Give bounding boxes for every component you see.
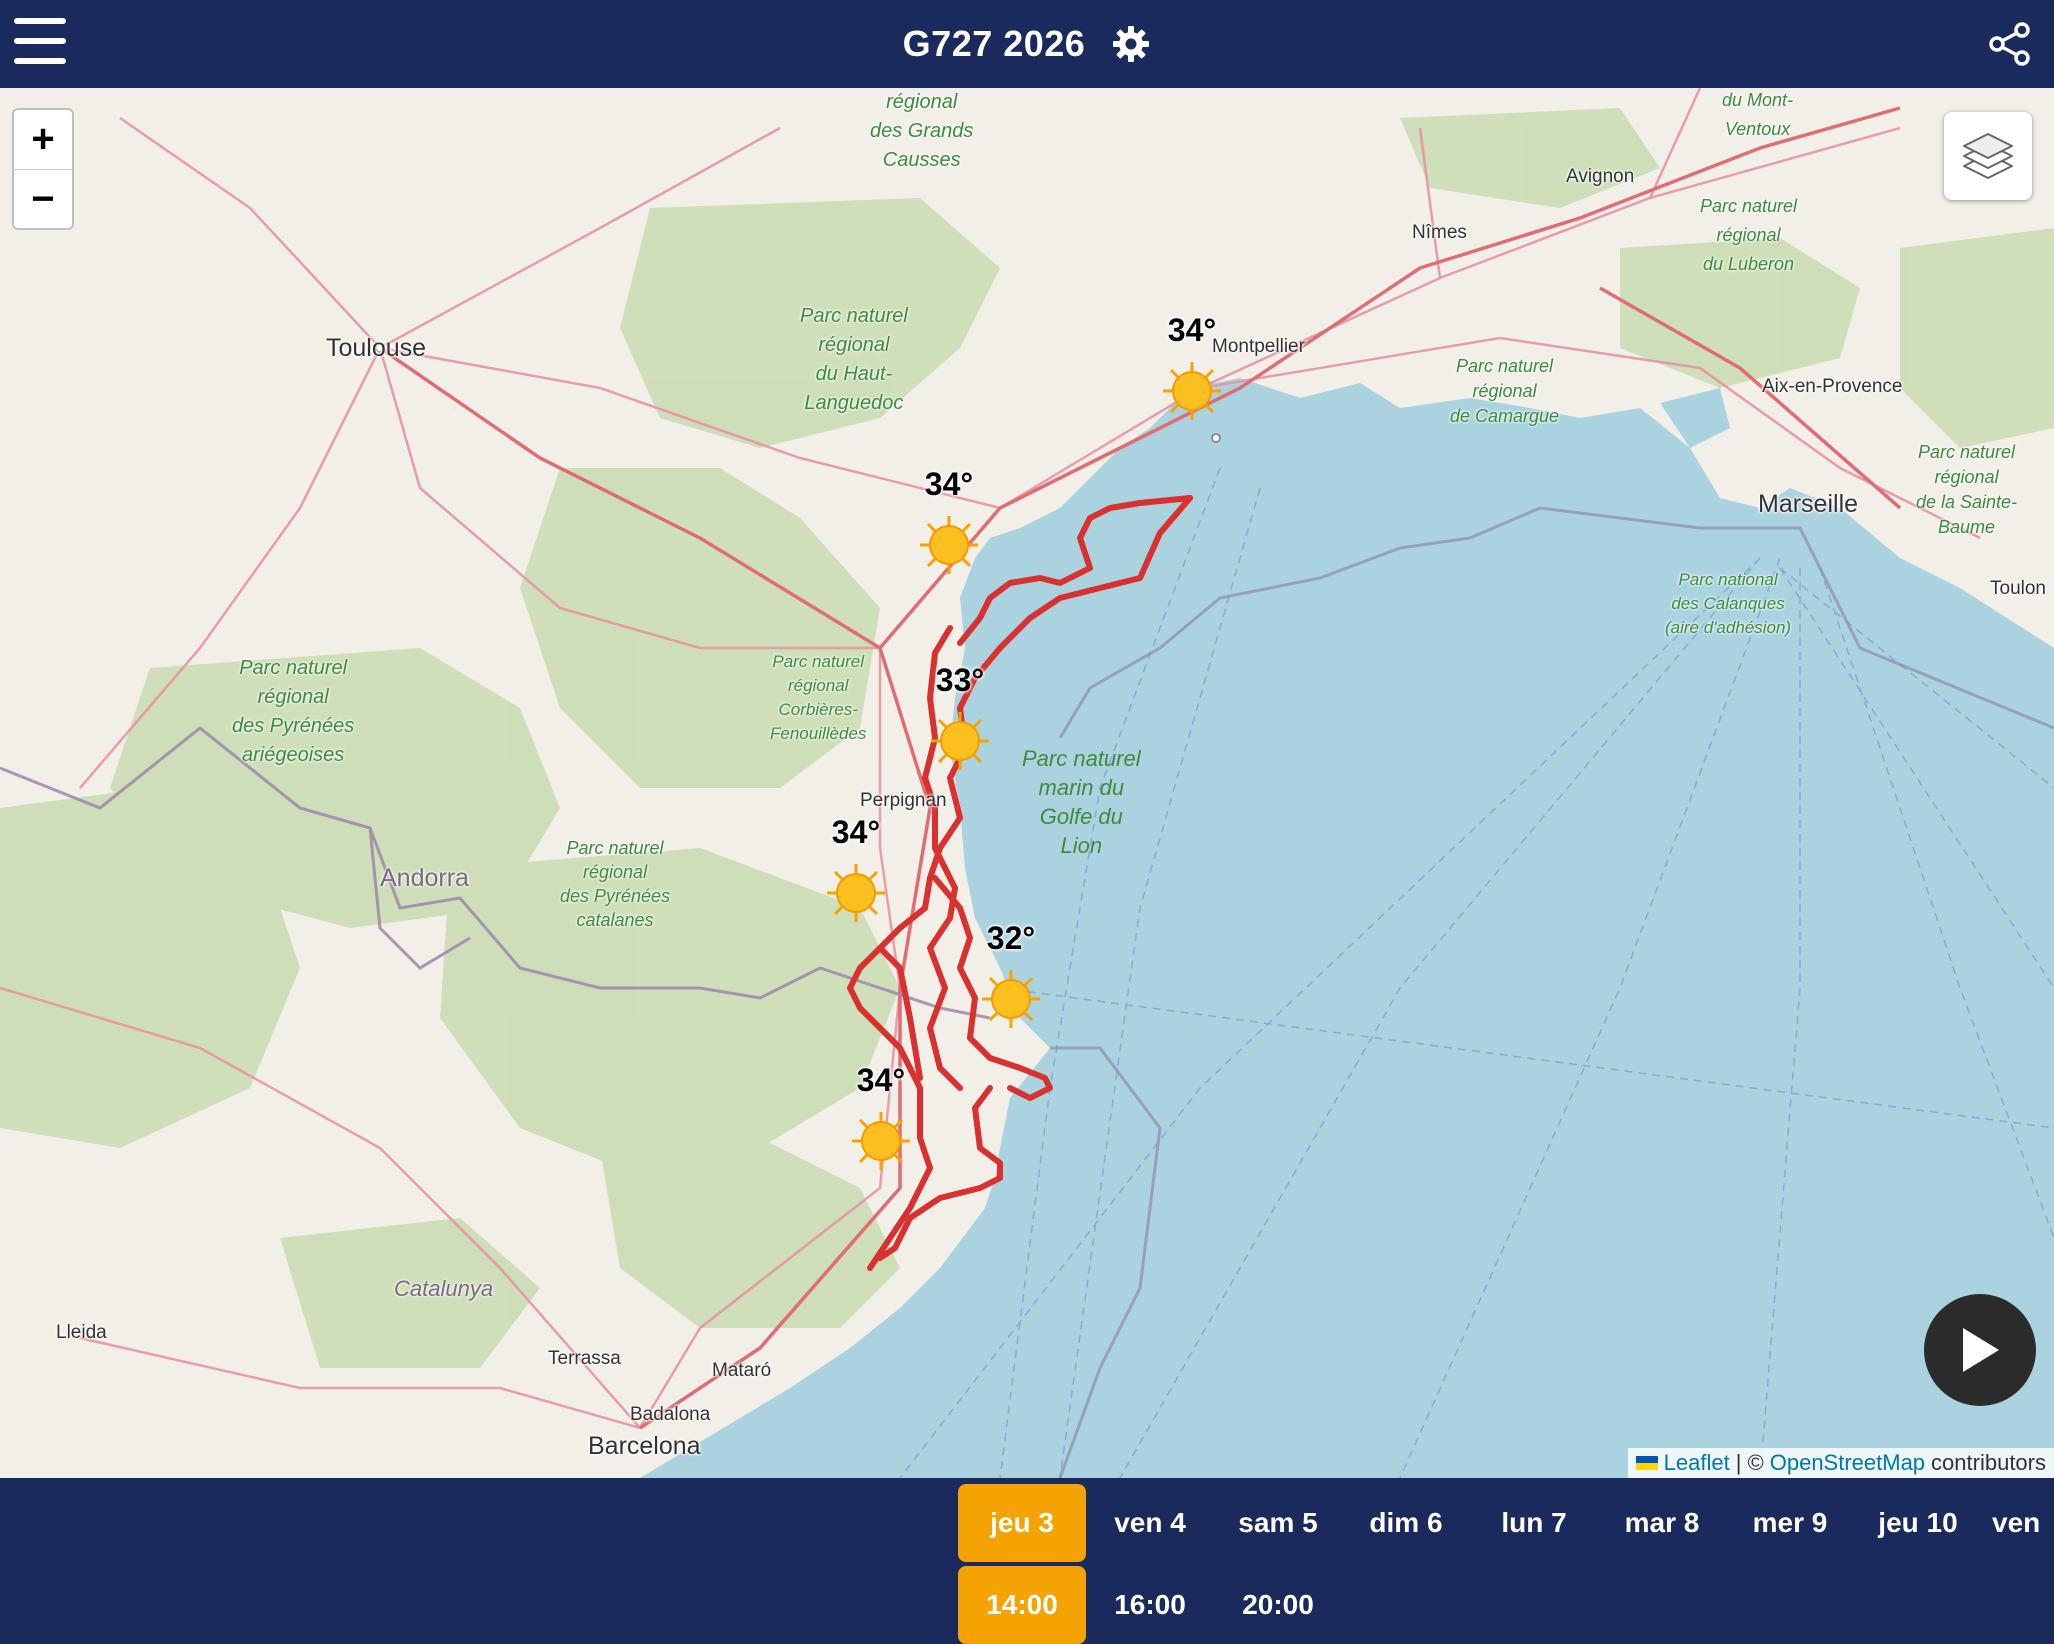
day-tab[interactable]: mar 8 xyxy=(1598,1484,1726,1562)
attribution-contributors: contributors xyxy=(1931,1450,2046,1475)
park-label-calanques: Parc national des Calanques (aire d'adhé… xyxy=(1665,570,1792,637)
map-view[interactable]: régional des Grands Causses du Mont- Ven… xyxy=(0,88,2054,1478)
park-label-sainte-baume: Parc naturel régional de la Sainte- Baum… xyxy=(1916,442,2018,537)
map-attribution: Leaflet | © OpenStreetMap contributors xyxy=(1627,1448,2054,1478)
attribution-separator: | © xyxy=(1735,1450,1764,1475)
park-label-pyrenees-catalanes: Parc naturel régional des Pyrénées catal… xyxy=(560,838,671,930)
day-tab[interactable]: ven xyxy=(1982,1484,2052,1562)
day-tab[interactable]: ven 4 xyxy=(1086,1484,1214,1562)
city-toulouse: Toulouse xyxy=(326,334,427,362)
weather-marker[interactable]: 34° xyxy=(1147,312,1237,424)
day-tab[interactable]: jeu 10 xyxy=(1854,1484,1982,1562)
park-label-mont-ventoux: du Mont- Ventoux xyxy=(1722,90,1794,139)
temperature-label: 34° xyxy=(831,814,881,850)
osm-link[interactable]: OpenStreetMap xyxy=(1770,1450,1925,1476)
time-tab[interactable]: 20:00 xyxy=(1214,1566,1342,1644)
city-terrassa: Terrassa xyxy=(548,1348,621,1369)
park-label-golfe-lion: Parc naturel marin du Golfe du Lion xyxy=(1022,746,1141,858)
park-label-pyrenees-ariegeoises: Parc naturel régional des Pyrénées ariég… xyxy=(232,657,355,766)
date-time-selector: jeu 3 ven 4 sam 5 dim 6 lun 7 mar 8 mer … xyxy=(0,1478,2054,1644)
city-marseille: Marseille xyxy=(1758,490,1859,518)
sun-icon xyxy=(852,1112,910,1170)
city-mataro: Mataró xyxy=(712,1360,772,1381)
city-perpignan: Perpignan xyxy=(860,790,947,811)
city-barcelona: Barcelona xyxy=(588,1432,701,1460)
day-tab[interactable]: dim 6 xyxy=(1342,1484,1470,1562)
park-label-luberon: Parc naturel régional du Luberon xyxy=(1700,196,1798,274)
city-nimes: Nîmes xyxy=(1412,222,1467,243)
day-tab[interactable]: sam 5 xyxy=(1214,1484,1342,1562)
sun-icon xyxy=(931,712,989,770)
country-andorra: Andorra xyxy=(380,864,469,892)
time-tab[interactable]: 16:00 xyxy=(1086,1566,1214,1644)
temperature-label: 33° xyxy=(935,662,985,698)
sun-icon xyxy=(827,864,885,922)
park-label-grands-causses: régional des Grands Causses xyxy=(870,91,974,171)
zoom-out-button[interactable]: − xyxy=(14,170,72,228)
day-tab[interactable]: mer 9 xyxy=(1726,1484,1854,1562)
gear-icon[interactable] xyxy=(1111,24,1151,64)
city-toulon: Toulon xyxy=(1990,578,2046,599)
top-bar: G727 2026 xyxy=(0,0,2054,88)
play-icon xyxy=(1963,1328,1999,1372)
time-tabs: 14:00 16:00 20:00 xyxy=(958,1566,1342,1644)
day-tabs: jeu 3 ven 4 sam 5 dim 6 lun 7 mar 8 mer … xyxy=(958,1484,2052,1562)
sun-icon xyxy=(1163,362,1221,420)
weather-marker[interactable]: 32° xyxy=(966,920,1056,1032)
sun-icon xyxy=(920,516,978,574)
region-catalunya: Catalunya xyxy=(394,1276,494,1301)
park-label-camargue: Parc naturel régional de Camargue xyxy=(1450,356,1560,426)
weather-marker[interactable]: 33° xyxy=(915,662,1005,774)
day-tab[interactable]: lun 7 xyxy=(1470,1484,1598,1562)
temperature-label: 32° xyxy=(986,920,1036,956)
weather-marker[interactable]: 34° xyxy=(836,1062,926,1174)
title-wrap: G727 2026 xyxy=(0,0,2054,88)
play-button[interactable] xyxy=(1924,1294,2036,1406)
ukraine-flag-icon xyxy=(1635,1456,1658,1470)
zoom-control: + − xyxy=(12,108,74,230)
page-title: G727 2026 xyxy=(902,23,1086,64)
city-badalona: Badalona xyxy=(630,1404,711,1425)
zoom-in-button[interactable]: + xyxy=(14,110,72,170)
share-icon[interactable] xyxy=(1988,22,2032,66)
time-tab[interactable]: 14:00 xyxy=(958,1566,1086,1644)
temperature-label: 34° xyxy=(1167,312,1217,348)
leaflet-link[interactable]: Leaflet xyxy=(1664,1450,1730,1476)
day-tab[interactable]: jeu 3 xyxy=(958,1484,1086,1562)
temperature-label: 34° xyxy=(924,466,974,502)
sun-icon xyxy=(982,970,1040,1028)
layers-button[interactable] xyxy=(1944,112,2032,200)
temperature-label: 34° xyxy=(856,1062,906,1098)
layers-icon xyxy=(1963,133,2013,179)
weather-marker[interactable]: 34° xyxy=(811,814,901,926)
weather-marker[interactable]: 34° xyxy=(904,466,994,578)
park-label-haut-languedoc: Parc naturel régional du Haut- Languedoc xyxy=(800,305,908,414)
city-avignon: Avignon xyxy=(1566,166,1635,187)
park-label-corbieres: Parc naturel régional Corbières- Fenouil… xyxy=(770,652,867,743)
city-aix: Aix-en-Provence xyxy=(1762,376,1903,397)
city-lleida: Lleida xyxy=(56,1322,107,1343)
